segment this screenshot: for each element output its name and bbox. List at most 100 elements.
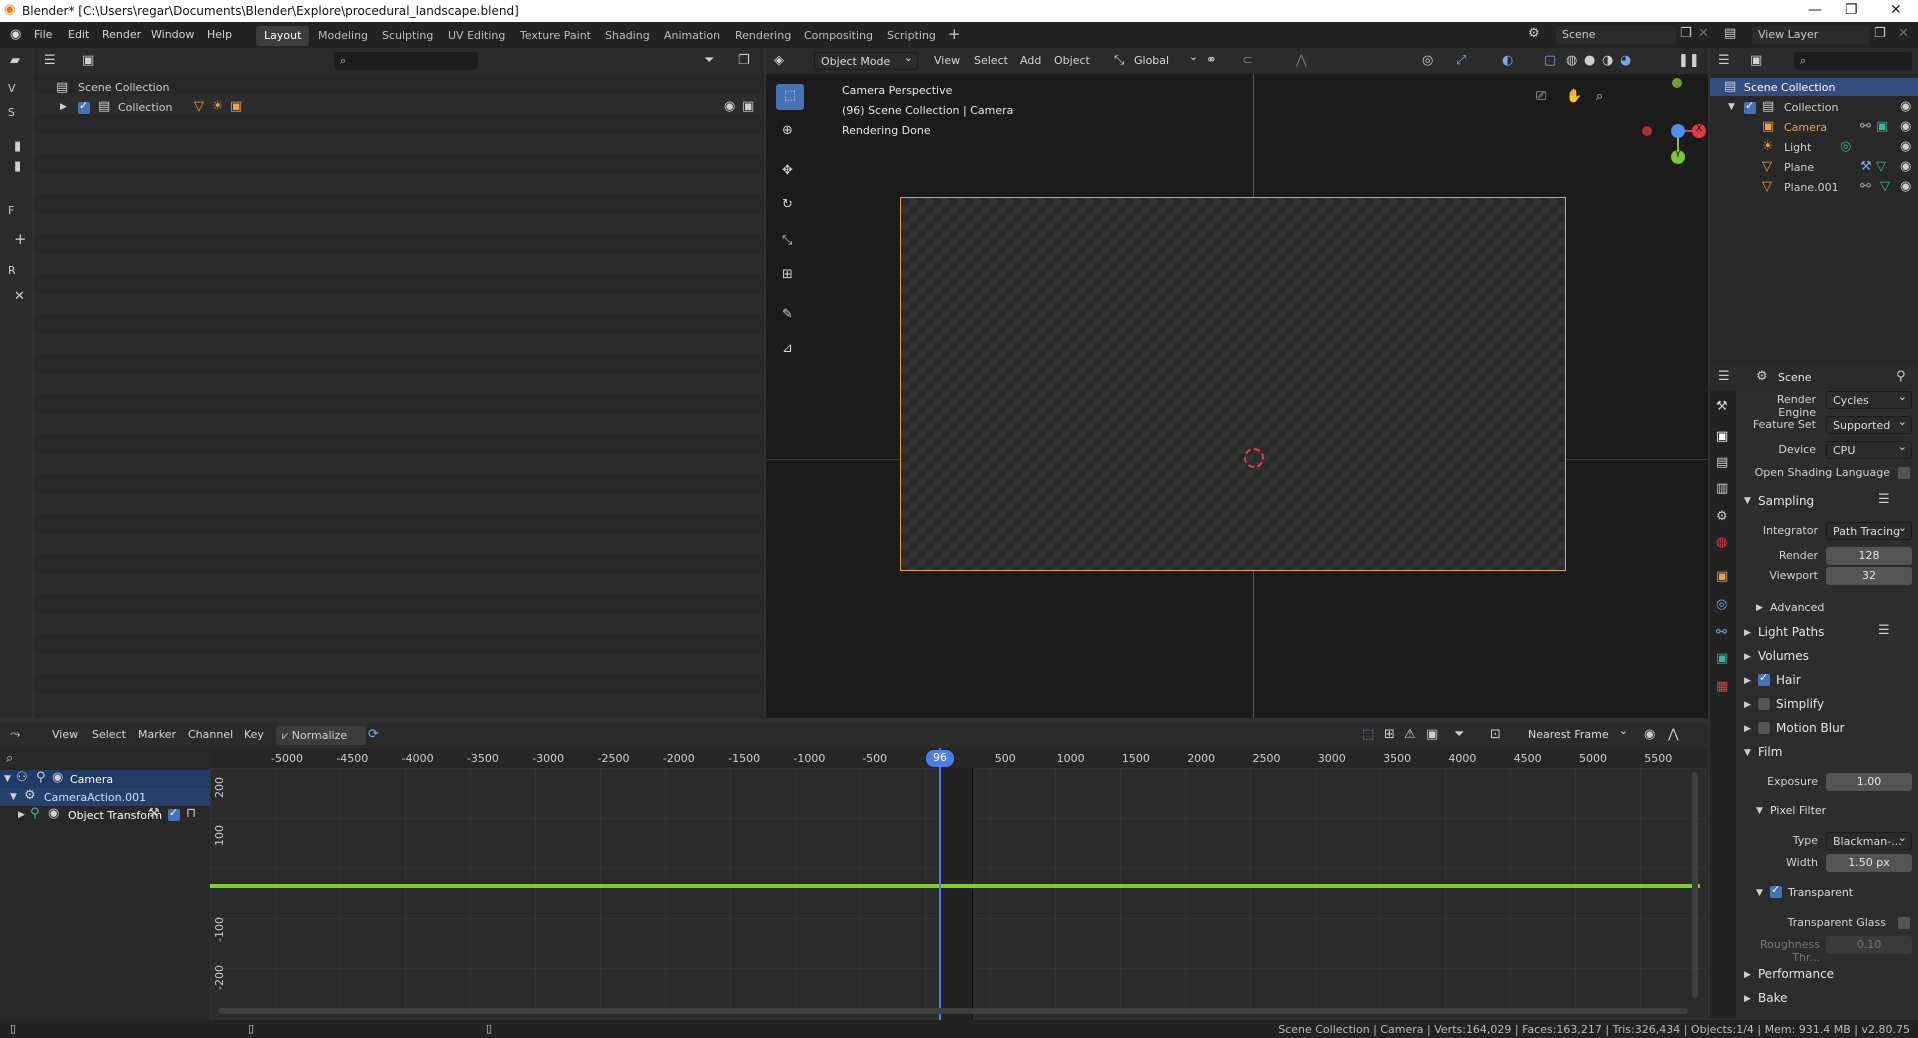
- outliner-right-search-input[interactable]: ⌕: [1794, 52, 1912, 70]
- visibility-icon[interactable]: ◎: [1422, 54, 1433, 68]
- new-scene-icon[interactable]: ❐: [1680, 27, 1692, 41]
- graph-area[interactable]: 96: [210, 748, 1708, 1020]
- pause-icon[interactable]: ❚❚: [1678, 54, 1700, 68]
- filter-type-select[interactable]: Blackman-...: [1826, 831, 1912, 850]
- current-frame-line[interactable]: [939, 748, 941, 1020]
- viewport-menu-select[interactable]: Select: [974, 54, 1008, 67]
- hair-arrow-icon[interactable]: ▶: [1744, 674, 1751, 688]
- collection-checkbox[interactable]: [78, 99, 90, 114]
- object-tab-icon[interactable]: ▣: [1716, 570, 1728, 584]
- group-checkbox[interactable]: [168, 806, 180, 821]
- motion-blur-arrow-icon[interactable]: ▶: [1744, 722, 1751, 736]
- gizmo-x-ball[interactable]: X: [1692, 124, 1706, 138]
- osl-checkbox[interactable]: [1898, 467, 1910, 479]
- tab-modeling[interactable]: Modeling: [310, 26, 376, 46]
- render-icon[interactable]: ▣: [742, 100, 754, 114]
- filter-icon[interactable]: ⏷: [704, 54, 714, 68]
- view-layer-tab-icon[interactable]: ▥: [1716, 482, 1728, 496]
- tab-rendering[interactable]: Rendering: [727, 26, 799, 46]
- transparent-checkbox[interactable]: [1770, 883, 1782, 898]
- volumes-arrow-icon[interactable]: ▶: [1744, 650, 1751, 664]
- expand-arrow-icon[interactable]: ▼: [10, 790, 17, 804]
- hair-checkbox[interactable]: [1758, 671, 1770, 686]
- blender-menu-icon[interactable]: ◉: [10, 28, 21, 42]
- search-icon[interactable]: ⌕: [6, 752, 13, 766]
- rotate-icon[interactable]: ↻: [782, 198, 793, 212]
- current-frame-indicator[interactable]: 96: [926, 750, 954, 767]
- new-view-layer-icon[interactable]: ❐: [1874, 27, 1886, 41]
- eye-icon[interactable]: ◉: [1900, 100, 1911, 114]
- panel-letter-s[interactable]: S: [8, 106, 15, 119]
- camera-view-icon[interactable]: ⎚: [1536, 90, 1546, 104]
- simplify-arrow-icon[interactable]: ▶: [1744, 698, 1751, 712]
- viewport-menu-view[interactable]: View: [934, 54, 960, 67]
- rendered-shading-icon[interactable]: ◕: [1620, 54, 1631, 68]
- pixel-filter-arrow-icon[interactable]: ▼: [1756, 804, 1763, 818]
- outliner-root[interactable]: Scene Collection: [78, 81, 169, 94]
- eye-icon[interactable]: ◉: [48, 807, 59, 821]
- viewport-menu-add[interactable]: Add: [1020, 54, 1041, 67]
- falloff-icon[interactable]: ⋀: [1668, 728, 1679, 742]
- editor-type-icon[interactable]: ☰: [1718, 54, 1730, 68]
- horizontal-scrollbar[interactable]: [218, 1008, 1688, 1014]
- menu-help[interactable]: Help: [207, 28, 232, 41]
- move-icon[interactable]: ✥: [782, 164, 793, 178]
- graph-menu-marker[interactable]: Marker: [138, 728, 176, 741]
- viewport-samples-field[interactable]: 32: [1826, 567, 1912, 585]
- gizmo-z-dot[interactable]: [1672, 78, 1682, 88]
- viewport-menu-object[interactable]: Object: [1054, 54, 1090, 67]
- vertical-scrollbar[interactable]: [1692, 772, 1698, 998]
- gizmo-y-ball[interactable]: Y: [1671, 150, 1685, 164]
- film-header[interactable]: Film: [1758, 745, 1782, 759]
- sampling-header[interactable]: Sampling: [1758, 494, 1814, 508]
- panel-letter-r[interactable]: R: [8, 264, 16, 277]
- fcurve-line[interactable]: [210, 884, 1700, 888]
- output-tab-icon[interactable]: ▤: [1716, 456, 1728, 470]
- light-paths-arrow-icon[interactable]: ▶: [1744, 626, 1751, 640]
- simplify-header[interactable]: Simplify: [1776, 697, 1824, 711]
- channel-action-label[interactable]: CameraAction.001: [44, 791, 146, 804]
- pivot-icon[interactable]: ⚭: [1206, 54, 1217, 68]
- roughness-field[interactable]: 0.10: [1826, 936, 1912, 954]
- outliner-right-root[interactable]: Scene Collection: [1744, 81, 1835, 94]
- only-selected-icon[interactable]: ⬚: [1362, 728, 1374, 742]
- view-layer-selector[interactable]: View Layer: [1752, 26, 1870, 44]
- film-arrow-icon[interactable]: ▼: [1744, 746, 1751, 760]
- tab-compositing[interactable]: Compositing: [796, 26, 881, 46]
- transparent-arrow-icon[interactable]: ▼: [1756, 886, 1763, 900]
- graph-menu-view[interactable]: View: [52, 728, 78, 741]
- gizmo-neg-x-dot[interactable]: [1642, 126, 1652, 136]
- constraint-tab-icon[interactable]: ⚯: [1716, 626, 1727, 640]
- pin-icon[interactable]: ⚲: [30, 807, 40, 821]
- eye-icon[interactable]: ◉: [52, 771, 63, 785]
- volumes-header[interactable]: Volumes: [1758, 649, 1809, 663]
- advanced-arrow-icon[interactable]: ▶: [1756, 601, 1763, 615]
- add-workspace-icon[interactable]: +: [948, 27, 961, 42]
- pixel-filter-header[interactable]: Pixel Filter: [1770, 804, 1826, 817]
- orientation-selector[interactable]: Global: [1128, 50, 1202, 70]
- tab-animation[interactable]: Animation: [656, 26, 728, 46]
- ghost-icon[interactable]: ▣: [1426, 728, 1438, 742]
- bookmark-icon[interactable]: ▮: [14, 140, 21, 154]
- display-mode-icon[interactable]: ▣: [82, 54, 94, 68]
- new-collection-icon[interactable]: ❐: [738, 54, 750, 68]
- remove-scene-icon[interactable]: ✕: [1698, 27, 1709, 41]
- feature-set-select[interactable]: Supported: [1826, 415, 1912, 434]
- sampling-arrow-icon[interactable]: ▼: [1744, 494, 1751, 508]
- render-tab-icon[interactable]: ▣: [1716, 430, 1728, 444]
- outliner-item-light[interactable]: Light: [1784, 141, 1811, 154]
- world-tab-icon[interactable]: ◍: [1716, 536, 1727, 550]
- exposure-field[interactable]: 1.00: [1826, 773, 1912, 791]
- tab-uv-editing[interactable]: UV Editing: [440, 26, 513, 46]
- performance-arrow-icon[interactable]: ▶: [1744, 968, 1751, 982]
- close-icon[interactable]: ✕: [14, 290, 25, 304]
- tab-sculpting[interactable]: Sculpting: [374, 26, 441, 46]
- menu-render[interactable]: Render: [102, 28, 141, 41]
- motion-blur-checkbox[interactable]: [1758, 722, 1770, 734]
- proportional-icon[interactable]: ⋀: [1296, 54, 1307, 68]
- normalize-toggle[interactable]: ⩗ Normalize: [276, 726, 366, 745]
- bake-arrow-icon[interactable]: ▶: [1744, 992, 1751, 1006]
- gizmo-z-ball[interactable]: [1671, 124, 1685, 138]
- outliner-item-plane[interactable]: Plane: [1784, 161, 1814, 174]
- motion-blur-header[interactable]: Motion Blur: [1776, 721, 1845, 735]
